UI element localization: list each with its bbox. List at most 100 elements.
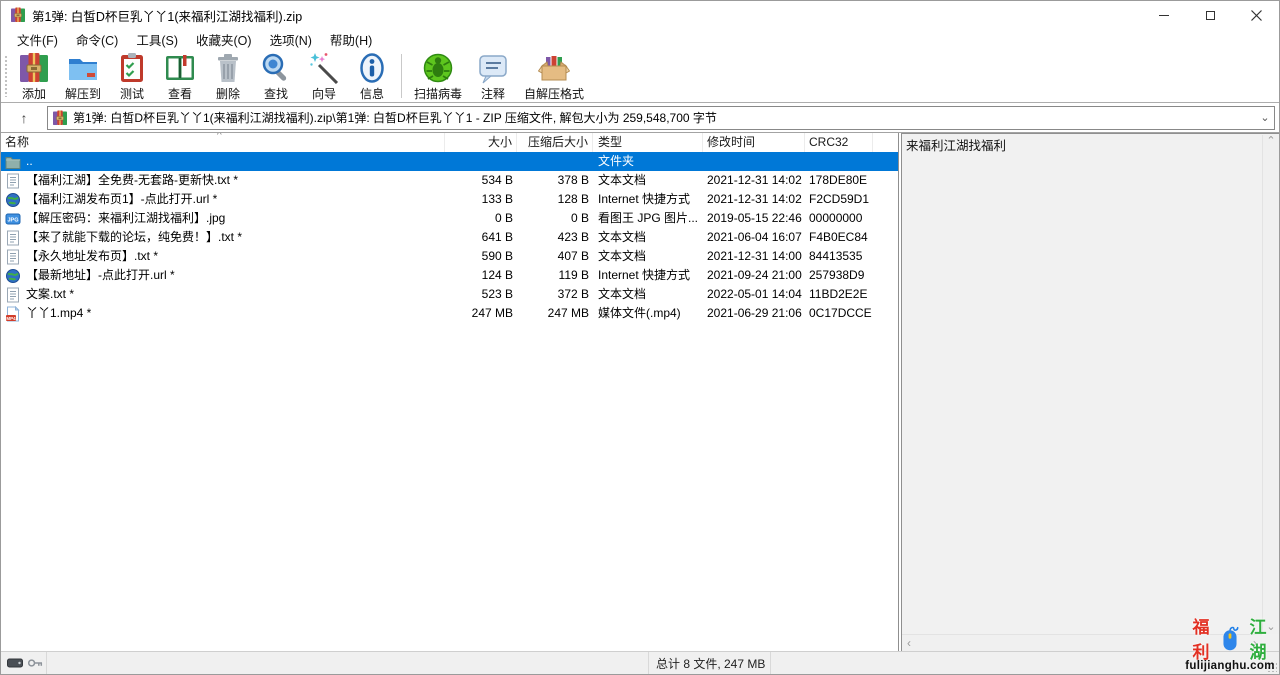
table-row[interactable]: MP4丫丫1.mp4 * 247 MB 247 MB 媒体文件(.mp4) 20…: [1, 304, 898, 323]
txt-file-icon: [5, 230, 21, 246]
scroll-down-icon[interactable]: ⌄: [1266, 622, 1275, 633]
comment-horizontal-scrollbar[interactable]: ‹ ›: [902, 634, 1262, 651]
toolbar-button-info[interactable]: 信息: [348, 50, 396, 102]
test-icon: [116, 52, 148, 84]
key-icon[interactable]: [27, 657, 43, 669]
txt-file-icon: [5, 249, 21, 265]
drive-icon[interactable]: [7, 657, 23, 669]
file-packed-size: 128 B: [517, 190, 593, 209]
folder-file-icon: [5, 154, 21, 170]
minimize-button[interactable]: [1141, 1, 1187, 29]
table-row[interactable]: 文案.txt * 523 B 372 B 文本文档 2022-05-01 14:…: [1, 285, 898, 304]
toolbar-button-view[interactable]: 查看: [156, 50, 204, 102]
window-title: 第1弹: 白皙D杯巨乳丫丫1(来福利江湖找福利).zip: [32, 6, 1141, 25]
address-bar: ↑ 第1弹: 白皙D杯巨乳丫丫1(来福利江湖找福利).zip\第1弹: 白皙D杯…: [1, 103, 1279, 133]
toolbar-button-test[interactable]: 测试: [108, 50, 156, 102]
scroll-right-icon[interactable]: ›: [1253, 637, 1257, 649]
menu-item[interactable]: 工具(S): [127, 28, 187, 51]
scroll-up-icon[interactable]: ⌃: [1266, 136, 1275, 147]
file-crc32: [805, 152, 873, 171]
file-size: 534 B: [445, 171, 517, 190]
column-header-packed[interactable]: 压缩后大小: [517, 133, 593, 152]
file-size: 124 B: [445, 266, 517, 285]
table-row[interactable]: 【福利江湖发布页1】-点此打开.url * 133 B 128 B Intern…: [1, 190, 898, 209]
column-header-crc32[interactable]: CRC32: [805, 133, 873, 152]
file-name: 丫丫1.mp4 *: [26, 304, 91, 323]
chevron-down-icon: ⌄: [1260, 112, 1269, 124]
file-modified: 2021-12-31 14:02: [703, 171, 805, 190]
file-packed-size: 372 B: [517, 285, 593, 304]
file-crc32: 00000000: [805, 209, 873, 228]
statusbar-totals: 总计 8 文件, 247 MB: [649, 652, 771, 674]
table-row[interactable]: .. 文件夹: [1, 152, 898, 171]
toolbar-button-sfx[interactable]: 自解压格式: [517, 50, 591, 102]
comment-vertical-scrollbar[interactable]: ⌃ ⌄: [1262, 135, 1279, 634]
file-list-panel: 名称 大小 压缩后大小 类型 修改时间 CRC32 ^ .. 文件夹 【福利江湖…: [1, 133, 899, 651]
delete-icon: [212, 52, 244, 84]
table-row[interactable]: 【最新地址】-点此打开.url * 124 B 119 B Internet 快…: [1, 266, 898, 285]
address-combo[interactable]: 第1弹: 白皙D杯巨乳丫丫1(来福利江湖找福利).zip\第1弹: 白皙D杯巨乳…: [47, 106, 1275, 130]
mp4-file-icon: MP4: [5, 306, 21, 322]
column-header-name[interactable]: 名称: [1, 133, 445, 152]
toolbar-button-delete[interactable]: 删除: [204, 50, 252, 102]
menu-item[interactable]: 帮助(H): [321, 28, 381, 51]
file-type: 文本文档: [593, 285, 703, 304]
column-header-modified[interactable]: 修改时间: [703, 133, 805, 152]
close-button[interactable]: [1233, 1, 1279, 29]
column-header-type[interactable]: 类型: [593, 133, 703, 152]
toolbar-button-comment[interactable]: 注释: [469, 50, 517, 102]
toolbar-button-scan-virus[interactable]: 扫描病毒: [407, 50, 469, 102]
up-one-level-button[interactable]: ↑: [10, 106, 38, 130]
maximize-button[interactable]: [1187, 1, 1233, 29]
file-size: 641 B: [445, 228, 517, 247]
up-arrow-icon: ↑: [21, 110, 28, 126]
file-type: 媒体文件(.mp4): [593, 304, 703, 323]
url-file-icon: [5, 268, 21, 284]
file-size: 0 B: [445, 209, 517, 228]
file-packed-size: 0 B: [517, 209, 593, 228]
menu-item[interactable]: 选项(N): [261, 28, 321, 51]
toolbar-button-find[interactable]: 查找: [252, 50, 300, 102]
file-name: 【福利江湖】全免费-无套路-更新快.txt *: [26, 171, 238, 190]
archive-mini-icon: [52, 110, 68, 126]
file-crc32: 178DE80E: [805, 171, 873, 190]
minimize-icon: [1159, 15, 1169, 16]
file-name: 文案.txt *: [26, 285, 74, 304]
toolbar-gripper[interactable]: [4, 55, 8, 97]
file-name: 【来了就能下载的论坛，纯免费！】.txt *: [26, 228, 242, 247]
scroll-left-icon[interactable]: ‹: [907, 637, 911, 649]
table-row[interactable]: 【福利江湖】全免费-无套路-更新快.txt * 534 B 378 B 文本文档…: [1, 171, 898, 190]
column-header-size[interactable]: 大小: [445, 133, 517, 152]
resize-grip[interactable]: [1267, 662, 1277, 672]
toolbar-button-add-archive[interactable]: 添加: [10, 50, 58, 102]
maximize-icon: [1206, 11, 1215, 20]
address-dropdown-button[interactable]: ⌄: [1256, 111, 1274, 124]
main-area: 名称 大小 压缩后大小 类型 修改时间 CRC32 ^ .. 文件夹 【福利江湖…: [1, 133, 1279, 651]
toolbar-button-wizard[interactable]: 向导: [300, 50, 348, 102]
table-row[interactable]: 【永久地址发布页】.txt * 590 B 407 B 文本文档 2021-12…: [1, 247, 898, 266]
archive-comment-text: 来福利江湖找福利: [902, 134, 1279, 155]
menubar: 文件(F)命令(C)工具(S)收藏夹(O)选项(N)帮助(H): [1, 29, 1279, 49]
file-modified: 2021-09-24 21:00: [703, 266, 805, 285]
table-row[interactable]: JPG【解压密码：来福利江湖找福利】.jpg 0 B 0 B 看图王 JPG 图…: [1, 209, 898, 228]
toolbar-button-extract-to[interactable]: 解压到: [58, 50, 108, 102]
file-modified: 2021-06-29 21:06: [703, 304, 805, 323]
menu-item[interactable]: 命令(C): [67, 28, 127, 51]
file-crc32: F4B0EC84: [805, 228, 873, 247]
file-type: 文本文档: [593, 228, 703, 247]
file-size: 523 B: [445, 285, 517, 304]
file-modified: 2021-12-31 14:02: [703, 190, 805, 209]
file-type: Internet 快捷方式: [593, 190, 703, 209]
file-name: 【福利江湖发布页1】-点此打开.url *: [26, 190, 217, 209]
column-header-row: 名称 大小 压缩后大小 类型 修改时间 CRC32 ^: [1, 133, 898, 152]
window-controls: [1141, 1, 1279, 29]
info-icon: [356, 52, 388, 84]
menu-item[interactable]: 文件(F): [8, 28, 67, 51]
comment-icon: [477, 52, 509, 84]
file-size: 590 B: [445, 247, 517, 266]
file-crc32: 84413535: [805, 247, 873, 266]
file-type: 文件夹: [593, 152, 703, 171]
table-row[interactable]: 【来了就能下载的论坛，纯免费！】.txt * 641 B 423 B 文本文档 …: [1, 228, 898, 247]
menu-item[interactable]: 收藏夹(O): [187, 28, 261, 51]
file-modified: [703, 152, 805, 171]
